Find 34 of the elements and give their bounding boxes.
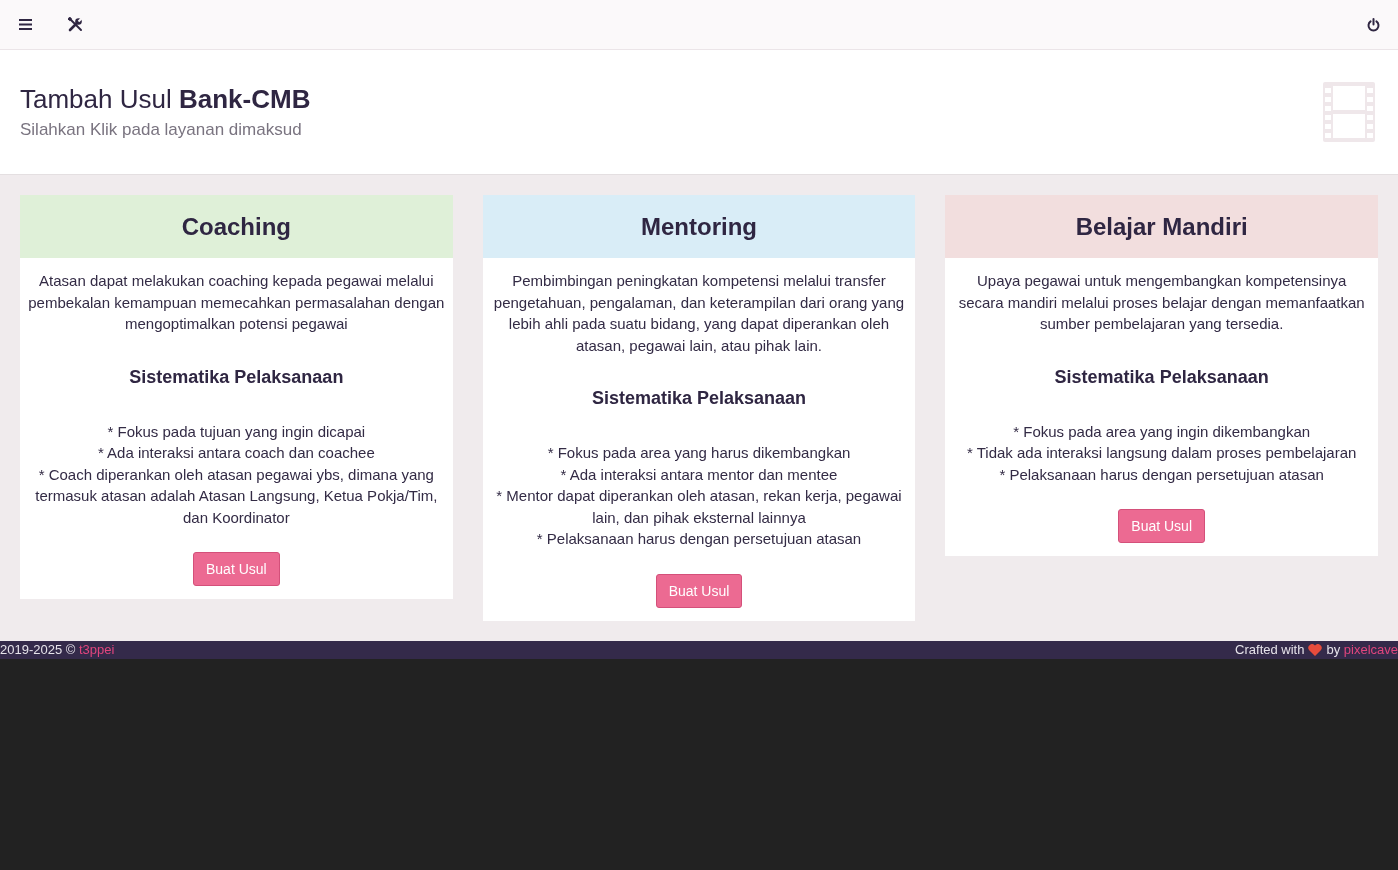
point-text: * Ada interaksi antara coach dan coachee [96, 443, 376, 463]
heart-icon [1308, 643, 1323, 656]
point-text: * Fokus pada area yang harus dikembangkan [546, 443, 852, 463]
point-text: * Mentor dapat diperankan oleh atasan, rekan kerja, pegawai lain, dan pihak eksternal lainnya [495, 486, 903, 528]
create-proposal-button[interactable]: Buat Usul [655, 573, 743, 608]
create-proposal-button[interactable]: Buat Usul [1118, 509, 1205, 543]
card-description: Pembimbingan peningkatan kompetensi melalui transfer pengetahuan, pengalaman, dan keterampilan dari orang yang lebih ahli pada suatu bidang, yang dapat diperankan oleh atasan, pegawai lain, atau pihak lain. [492, 271, 906, 356]
copyright-text: 2019-2025 © t3ppei [0, 640, 115, 659]
tools-icon[interactable] [68, 17, 83, 32]
credit-text: by pixelcave [1326, 640, 1398, 659]
point-text: * Fokus pada tujuan yang ingin dicapai [106, 421, 367, 442]
section-heading: Sistematika Pelaksanaan [1053, 365, 1270, 388]
credit-text: Crafted with [1235, 640, 1305, 659]
card-title: Coaching [181, 211, 291, 242]
section-heading: Sistematika Pelaksanaan [128, 365, 345, 388]
section-heading: Sistematika Pelaksanaan [590, 387, 808, 409]
film-icon [1323, 82, 1375, 142]
point-text: * Ada interaksi antara mentor dan mentee [559, 464, 839, 485]
footer-link[interactable]: pixelcave [1343, 641, 1398, 657]
page-title: Tambah Usul Bank-CMB [20, 83, 311, 115]
card-title: Belajar Mandiri [1075, 211, 1248, 242]
point-text: * Pelaksanaan harus dengan persetujuan atasan [998, 464, 1325, 485]
point-text: * Fokus pada area yang ingin dikembangkan [1012, 421, 1312, 442]
card-title: Mentoring [641, 211, 757, 242]
point-text: * Pelaksanaan harus dengan persetujuan atasan [535, 529, 863, 549]
create-proposal-button[interactable]: Buat Usul [192, 552, 280, 586]
card-description: Atasan dapat melakukan coaching kepada pegawai melalui pembekalan kemampuan memecahkan permasalahan dengan mengoptimalkan potensi pegawai [28, 271, 445, 334]
page-subtitle: Silahkan Klik pada layanan dimaksud [20, 119, 303, 141]
point-text: * Tidak ada interaksi langsung dalam proses pembelajaran [965, 443, 1358, 463]
card-description: Upaya pegawai untuk mengembangkan kompetensinya secara mandiri melalui proses belajar dengan memanfaatkan sumber pembelajaran yang tersedia. [957, 271, 1366, 334]
menu-icon[interactable] [19, 19, 32, 30]
point-text: * Coach diperankan oleh atasan pegawai ybs, dimana yang termasuk atasan adalah Atasan Langsung, Ketua Pokja/Tim, dan Koordinator [34, 464, 439, 528]
power-icon[interactable] [1367, 17, 1380, 32]
footer-link[interactable]: t3ppei [79, 641, 115, 657]
